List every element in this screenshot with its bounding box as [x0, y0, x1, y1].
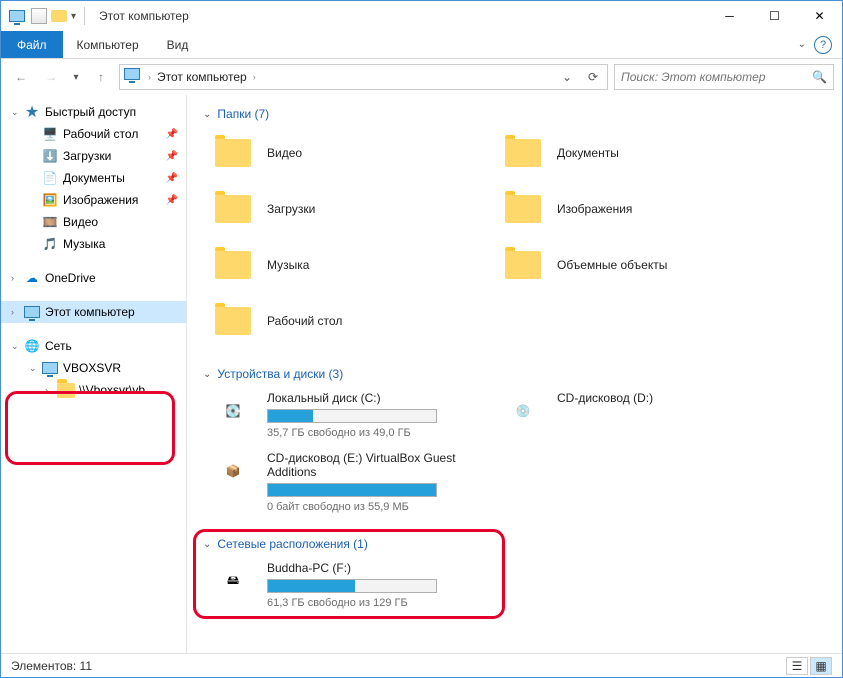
ribbon: Файл Компьютер Вид ⌄ ? [1, 31, 842, 59]
hdd-icon: 💽 [211, 391, 255, 431]
tree-videos[interactable]: 🎞️Видео [1, 211, 186, 233]
network-drive-icon: 🖴 [211, 561, 255, 601]
tree-music[interactable]: 🎵Музыка [1, 233, 186, 255]
highlight-network [5, 391, 175, 465]
pin-icon: 📌 [166, 151, 178, 162]
drive-d[interactable]: 💿 CD-дисковод (D:) [493, 385, 783, 445]
tab-computer[interactable]: Компьютер [63, 31, 153, 58]
section-folders: ⌄Папки (7) Видео Документы Загрузки Изоб… [203, 103, 826, 349]
tree-quick-access[interactable]: ⌄★Быстрый доступ [1, 101, 186, 123]
cd-icon: 💿 [501, 391, 545, 431]
tree-network-share[interactable]: ›\\Vboxsvr\vb [1, 379, 186, 401]
tree-onedrive[interactable]: ›☁OneDrive [1, 267, 186, 289]
navigation-pane: ⌄★Быстрый доступ 🖥️Рабочий стол📌 ⬇️Загру… [1, 95, 187, 653]
folder-pictures[interactable]: Изображения [493, 181, 783, 237]
folder-downloads[interactable]: Загрузки [203, 181, 493, 237]
section-drives: ⌄Устройства и диски (3) 💽 Локальный диск… [203, 363, 826, 519]
section-network-locations: ⌄Сетевые расположения (1) 🖴 Buddha-PC (F… [203, 533, 826, 615]
folder-3d-objects[interactable]: Объемные объекты [493, 237, 783, 293]
search-box[interactable]: 🔍 [614, 64, 834, 90]
chevron-right-icon[interactable]: › [253, 72, 256, 82]
app-icon [7, 6, 27, 26]
folder-videos[interactable]: Видео [203, 125, 493, 181]
help-icon[interactable]: ? [814, 36, 832, 54]
recent-dropdown[interactable]: ▾ [69, 65, 83, 89]
status-text: Элементов: 11 [11, 659, 92, 673]
close-button[interactable]: ✕ [797, 1, 842, 31]
tree-pictures[interactable]: 🖼️Изображения📌 [1, 189, 186, 211]
section-header-folders[interactable]: ⌄Папки (7) [203, 103, 826, 125]
address-row: ← → ▾ ↑ › Этот компьютер › ⌄ ⟳ 🔍 [1, 59, 842, 95]
pin-icon: 📌 [166, 173, 178, 184]
drive-e[interactable]: 📦 CD-дисковод (E:) VirtualBox Guest Addi… [203, 445, 493, 519]
tree-network-host[interactable]: ⌄VBOXSVR [1, 357, 186, 379]
drive-c[interactable]: 💽 Локальный диск (C:) 35,7 ГБ свободно и… [203, 385, 493, 445]
tree-desktop[interactable]: 🖥️Рабочий стол📌 [1, 123, 186, 145]
folder-desktop[interactable]: Рабочий стол [203, 293, 493, 349]
tree-network[interactable]: ⌄🌐Сеть [1, 335, 186, 357]
qat-separator [84, 7, 85, 25]
up-button[interactable]: ↑ [89, 65, 113, 89]
pin-icon: 📌 [166, 195, 178, 206]
status-bar: Элементов: 11 ☰ ▦ [1, 653, 842, 677]
minimize-button[interactable]: ─ [707, 1, 752, 31]
forward-button[interactable]: → [39, 65, 63, 89]
address-bar[interactable]: › Этот компьютер › ⌄ ⟳ [119, 64, 608, 90]
qat-properties-icon[interactable] [31, 8, 47, 24]
breadcrumb[interactable]: Этот компьютер [157, 70, 247, 84]
folder-music[interactable]: Музыка [203, 237, 493, 293]
address-history-icon[interactable]: ⌄ [557, 70, 577, 84]
pin-icon: 📌 [166, 129, 178, 140]
search-input[interactable] [621, 70, 812, 84]
tree-downloads[interactable]: ⬇️Загрузки📌 [1, 145, 186, 167]
titlebar: ▾ Этот компьютер ─ ☐ ✕ [1, 1, 842, 31]
file-tab[interactable]: Файл [1, 31, 63, 58]
tree-documents[interactable]: 📄Документы📌 [1, 167, 186, 189]
network-drive-f[interactable]: 🖴 Buddha-PC (F:) 61,3 ГБ свободно из 129… [203, 555, 493, 615]
tree-this-pc[interactable]: ›Этот компьютер [1, 301, 186, 323]
folder-documents[interactable]: Документы [493, 125, 783, 181]
window-title: Этот компьютер [99, 9, 189, 23]
tab-view[interactable]: Вид [153, 31, 203, 58]
refresh-icon[interactable]: ⟳ [583, 70, 603, 84]
section-header-drives[interactable]: ⌄Устройства и диски (3) [203, 363, 826, 385]
view-details-button[interactable]: ☰ [786, 657, 808, 675]
search-icon[interactable]: 🔍 [812, 70, 827, 84]
back-button[interactable]: ← [9, 65, 33, 89]
qat-dropdown-icon[interactable]: ▾ [71, 11, 76, 22]
qat-new-folder-icon[interactable] [51, 10, 67, 22]
content-pane: ⌄Папки (7) Видео Документы Загрузки Изоб… [187, 95, 842, 653]
chevron-right-icon[interactable]: › [148, 72, 151, 82]
maximize-button[interactable]: ☐ [752, 1, 797, 31]
vbox-icon: 📦 [211, 451, 255, 491]
quick-access-toolbar: ▾ [31, 7, 89, 25]
ribbon-collapse-icon[interactable]: ⌄ [798, 39, 806, 50]
address-icon [124, 68, 142, 86]
view-tiles-button[interactable]: ▦ [810, 657, 832, 675]
section-header-netloc[interactable]: ⌄Сетевые расположения (1) [203, 533, 826, 555]
